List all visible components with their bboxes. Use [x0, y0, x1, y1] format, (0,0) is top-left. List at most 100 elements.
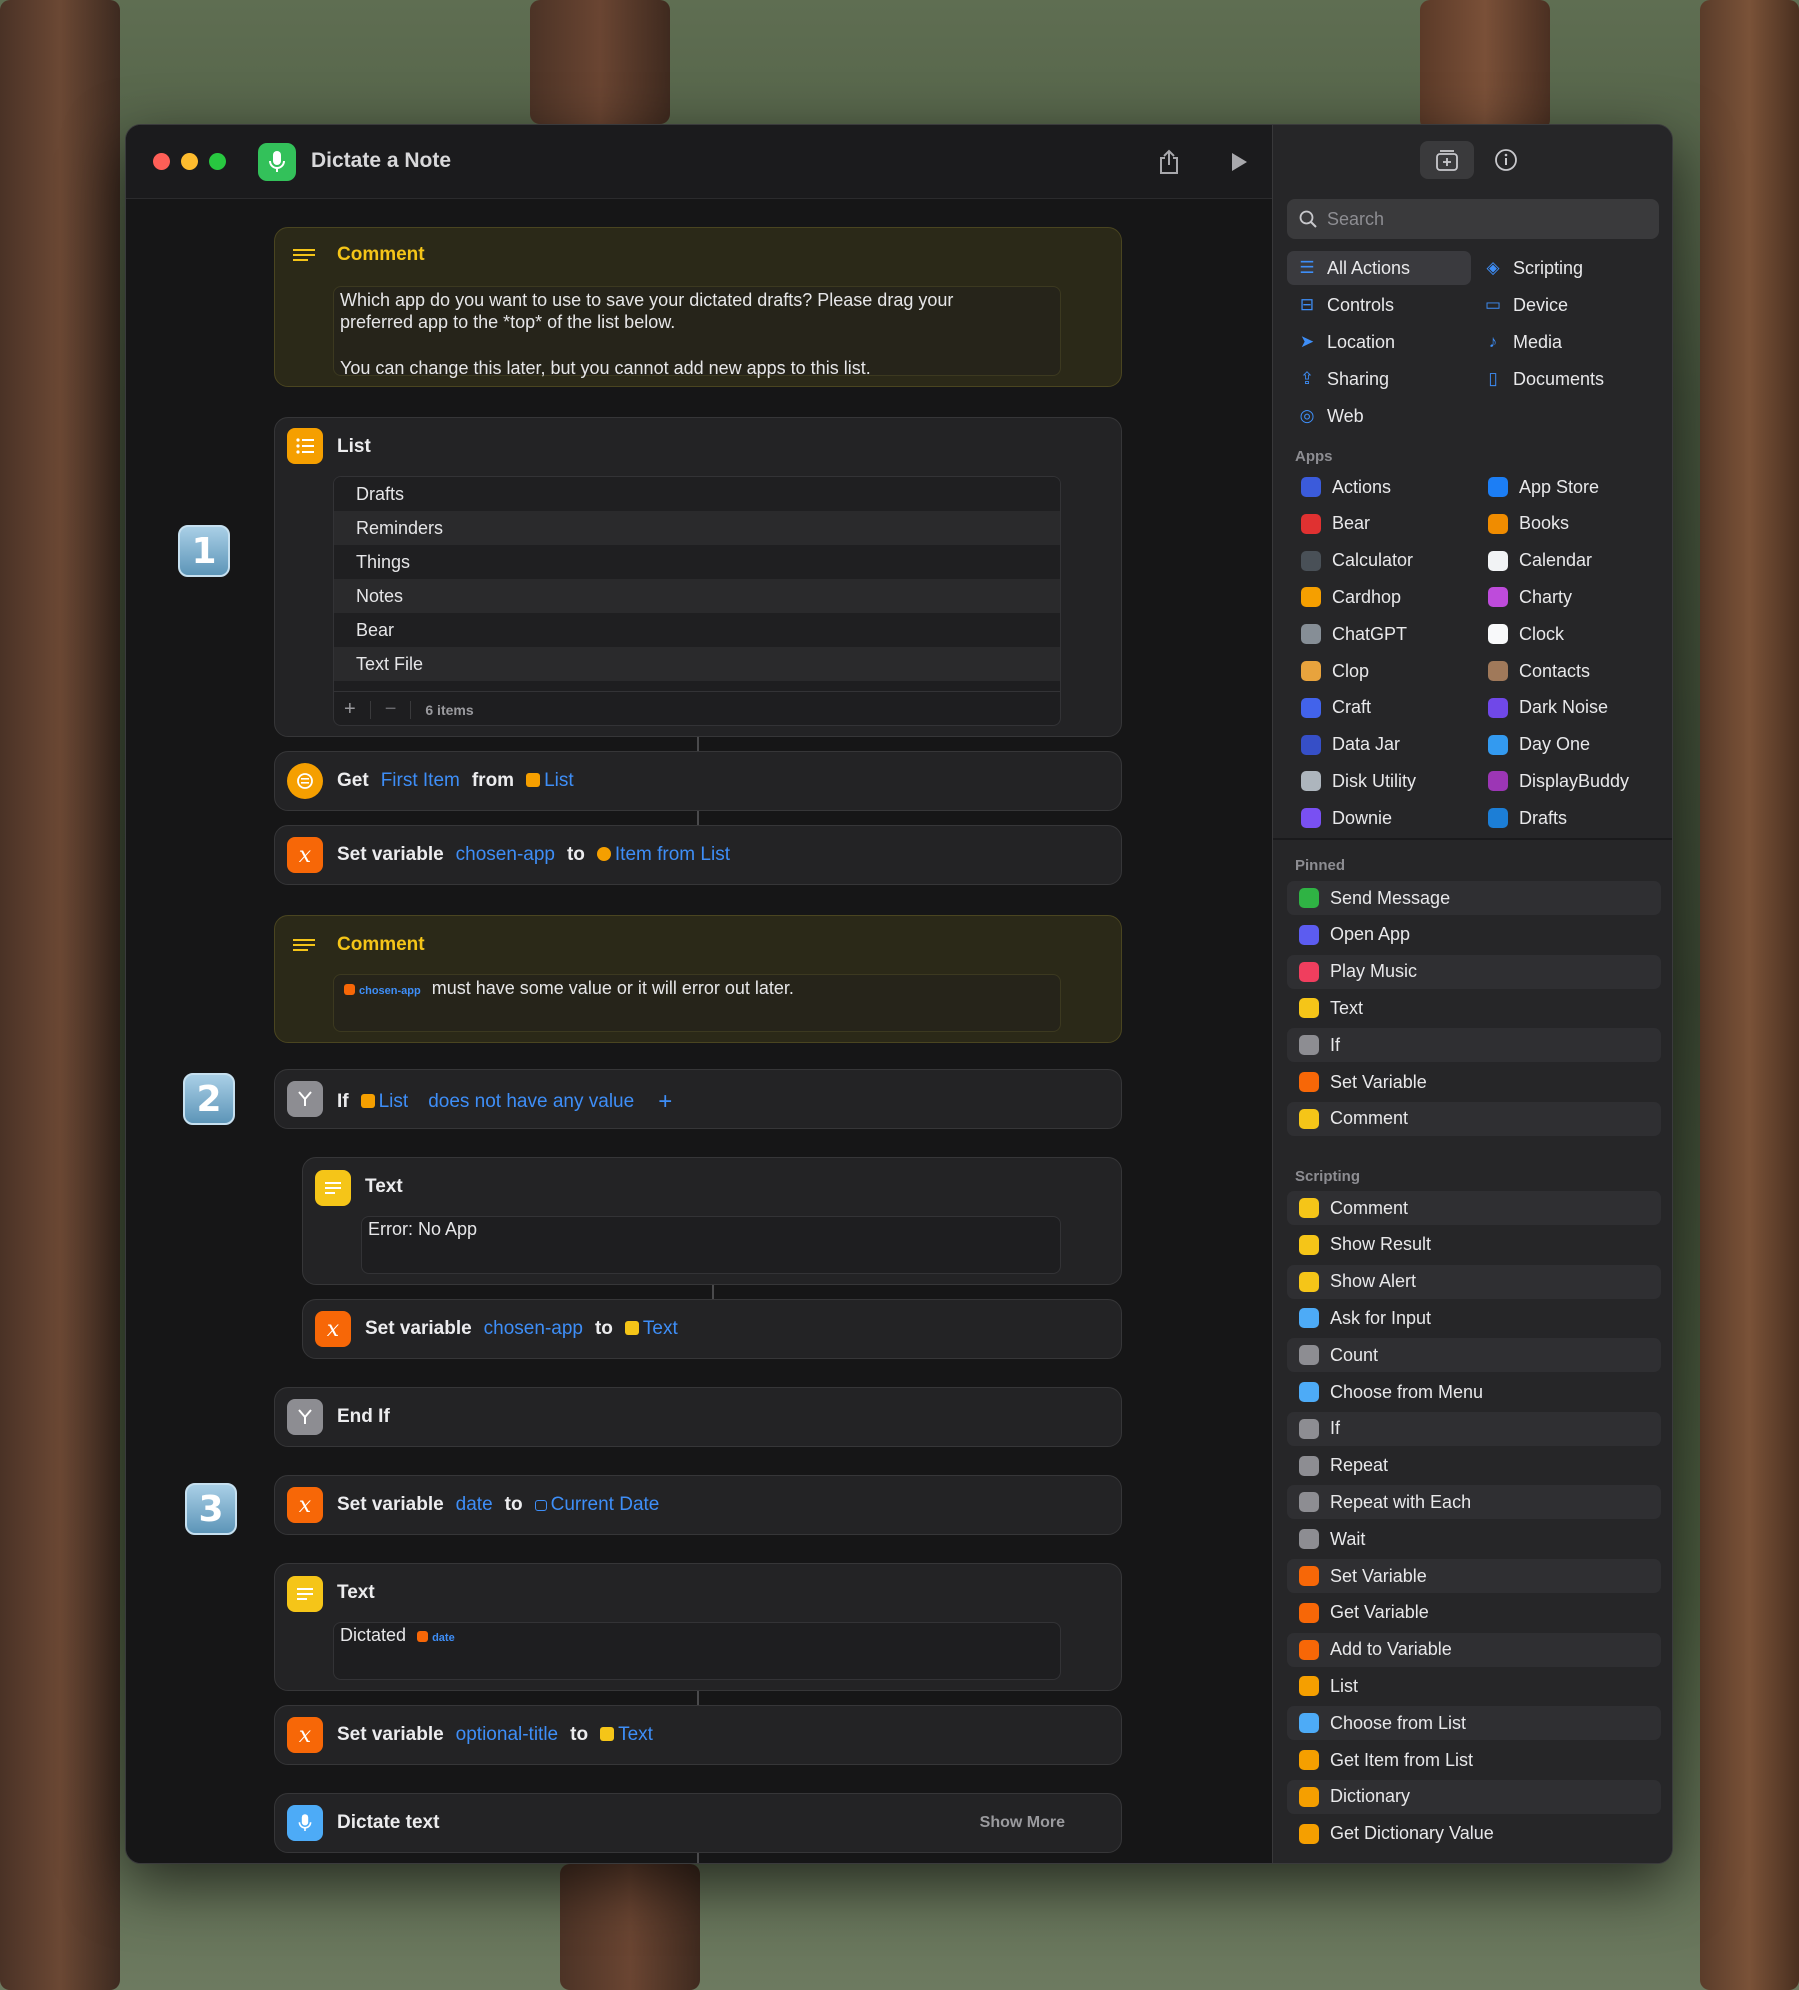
action-count[interactable]: Count — [1287, 1338, 1661, 1373]
action-choose-from-list[interactable]: Choose from List — [1287, 1706, 1661, 1741]
action-if[interactable]: If — [1287, 1411, 1661, 1446]
app-displaybuddy[interactable]: DisplayBuddy — [1474, 764, 1658, 798]
app-dark-noise[interactable]: Dark Noise — [1474, 691, 1658, 725]
app-calculator[interactable]: Calculator — [1287, 544, 1471, 578]
action-get-dictionary-value[interactable]: Get Dictionary Value — [1287, 1817, 1661, 1851]
comment-action[interactable]: Comment chosen-app must have some value … — [274, 915, 1122, 1043]
action-comment[interactable]: Comment — [1287, 1101, 1661, 1136]
end-if-action[interactable]: End If — [274, 1387, 1122, 1447]
list-item[interactable]: Reminders — [334, 511, 1060, 545]
app-books[interactable]: Books — [1474, 507, 1658, 541]
action-get-variable[interactable]: Get Variable — [1287, 1596, 1661, 1630]
list-variable-token[interactable]: List — [526, 770, 574, 792]
action-comment[interactable]: Comment — [1287, 1191, 1661, 1225]
get-item-action[interactable]: Get First Item from List — [274, 751, 1122, 811]
add-item-button[interactable]: + — [344, 698, 356, 721]
app-calendar[interactable]: Calendar — [1474, 544, 1658, 578]
if-action[interactable]: If List does not have any value + — [274, 1069, 1122, 1129]
text-field[interactable]: Dictated date — [333, 1622, 1061, 1680]
list-item[interactable]: Text File — [334, 647, 1060, 681]
remove-item-button[interactable]: − — [385, 698, 397, 721]
list-action[interactable]: List Drafts Reminders Things Notes Bear … — [274, 417, 1122, 737]
app-clop[interactable]: Clop — [1287, 654, 1471, 688]
search-input[interactable] — [1327, 208, 1627, 230]
app-clock[interactable]: Clock — [1474, 617, 1658, 651]
category-sharing[interactable]: ⇪ Sharing — [1287, 362, 1471, 396]
zoom-button[interactable] — [209, 153, 226, 170]
action-open-app[interactable]: Open App — [1287, 918, 1661, 952]
app-chatgpt[interactable]: ChatGPT — [1287, 617, 1471, 651]
action-if[interactable]: If — [1287, 1028, 1661, 1063]
action-ask-for-input[interactable]: Ask for Input — [1287, 1301, 1661, 1335]
library-tab-button[interactable] — [1420, 141, 1474, 179]
run-button[interactable] — [1220, 143, 1258, 181]
item-from-list-token[interactable]: Item from List — [596, 844, 730, 866]
app-day-one[interactable]: Day One — [1474, 728, 1658, 762]
current-date-token[interactable]: Current Date — [534, 1494, 659, 1516]
app-craft[interactable]: Craft — [1287, 691, 1471, 725]
comment-text-field[interactable]: chosen-app must have some value or it wi… — [333, 974, 1061, 1032]
minimize-button[interactable] — [181, 153, 198, 170]
action-get-item-from-list[interactable]: Get Item from List — [1287, 1743, 1661, 1777]
text-variable-token[interactable]: Text — [600, 1724, 653, 1746]
action-dictionary[interactable]: Dictionary — [1287, 1779, 1661, 1814]
category-scripting[interactable]: ◈ Scripting — [1473, 251, 1657, 285]
dictate-text-action[interactable]: Dictate text Show More — [274, 1793, 1122, 1853]
app-charty[interactable]: Charty — [1474, 580, 1658, 614]
category-all-actions[interactable]: ☰ All Actions — [1287, 251, 1471, 285]
date-token[interactable]: date — [417, 1631, 455, 1644]
action-send-message[interactable]: Send Message — [1287, 881, 1661, 915]
set-variable-action[interactable]: x Set variable chosen-app to Item from L… — [274, 825, 1122, 885]
action-choose-from-menu[interactable]: Choose from Menu — [1287, 1375, 1661, 1409]
first-item-parameter[interactable]: First Item — [381, 770, 460, 792]
list-item[interactable]: Notes — [334, 579, 1060, 613]
action-show-alert[interactable]: Show Alert — [1287, 1264, 1661, 1299]
list-item[interactable]: Drafts — [334, 477, 1060, 511]
app-downie[interactable]: Downie — [1287, 801, 1471, 835]
comment-text-field[interactable]: Which app do you want to use to save you… — [333, 286, 1061, 378]
category-web[interactable]: ◎ Web — [1287, 399, 1471, 433]
text-field[interactable]: Error: No App — [361, 1216, 1061, 1274]
microphone-icon[interactable] — [258, 143, 296, 181]
action-repeat[interactable]: Repeat — [1287, 1449, 1661, 1483]
add-condition-button[interactable]: + — [658, 1088, 672, 1116]
action-set-variable[interactable]: Set Variable — [1287, 1559, 1661, 1593]
close-button[interactable] — [153, 153, 170, 170]
comment-action[interactable]: Comment Which app do you want to use to … — [274, 227, 1122, 387]
action-play-music[interactable]: Play Music — [1287, 954, 1661, 989]
action-show-result[interactable]: Show Result — [1287, 1228, 1661, 1262]
set-variable-action[interactable]: x Set variable optional-title to Text — [274, 1705, 1122, 1765]
variable-name-field[interactable]: optional-title — [456, 1724, 558, 1746]
chosen-app-token[interactable]: chosen-app — [344, 984, 421, 997]
list-item[interactable]: Bear — [334, 613, 1060, 647]
app-bear[interactable]: Bear — [1287, 507, 1471, 541]
variable-name-field[interactable]: date — [456, 1494, 493, 1516]
set-variable-action[interactable]: x Set variable chosen-app to Text — [302, 1299, 1122, 1359]
category-location[interactable]: ➤ Location — [1287, 325, 1471, 359]
app-contacts[interactable]: Contacts — [1474, 654, 1658, 688]
action-list[interactable]: List — [1287, 1669, 1661, 1703]
info-button[interactable] — [1487, 141, 1525, 179]
category-documents[interactable]: ▯ Documents — [1473, 362, 1657, 396]
text-action[interactable]: Text Dictated date — [274, 1563, 1122, 1691]
window-title[interactable]: Dictate a Note — [311, 149, 451, 173]
text-action[interactable]: Text Error: No App — [302, 1157, 1122, 1285]
app-app-store[interactable]: App Store — [1474, 470, 1658, 504]
text-variable-token[interactable]: Text — [624, 1318, 678, 1340]
action-repeat-with-each[interactable]: Repeat with Each — [1287, 1485, 1661, 1520]
category-device[interactable]: ▭ Device — [1473, 288, 1657, 322]
app-cardhop[interactable]: Cardhop — [1287, 580, 1471, 614]
action-add-to-variable[interactable]: Add to Variable — [1287, 1632, 1661, 1667]
app-data-jar[interactable]: Data Jar — [1287, 728, 1471, 762]
action-wait[interactable]: Wait — [1287, 1522, 1661, 1556]
app-disk-utility[interactable]: Disk Utility — [1287, 764, 1471, 798]
action-set-variable[interactable]: Set Variable — [1287, 1065, 1661, 1099]
category-media[interactable]: ♪ Media — [1473, 325, 1657, 359]
app-drafts[interactable]: Drafts — [1474, 801, 1658, 835]
list-item[interactable]: Things — [334, 545, 1060, 579]
variable-name-field[interactable]: chosen-app — [456, 844, 555, 866]
action-text[interactable]: Text — [1287, 991, 1661, 1025]
list-variable-token[interactable]: List — [360, 1091, 408, 1113]
app-actions[interactable]: Actions — [1287, 470, 1471, 504]
category-controls[interactable]: ⊟ Controls — [1287, 288, 1471, 322]
